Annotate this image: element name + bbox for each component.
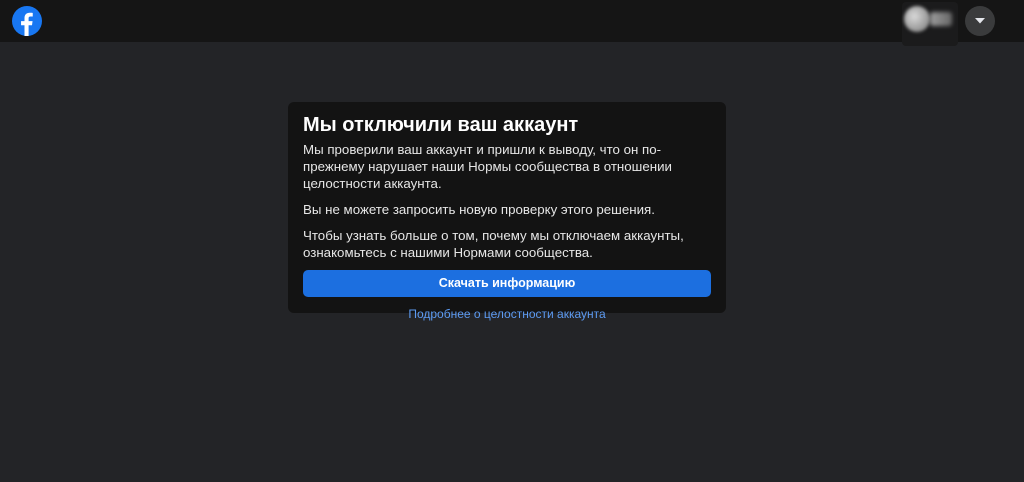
account-integrity-link[interactable]: Подробнее о целостности аккаунта xyxy=(303,307,711,321)
facebook-logo-icon[interactable] xyxy=(12,6,42,36)
profile-name-blurred xyxy=(930,12,952,26)
caret-down-icon xyxy=(975,18,985,24)
notice-paragraph-review: Мы проверили ваш аккаунт и пришли к выво… xyxy=(303,142,672,191)
card-title: Мы отключили ваш аккаунт xyxy=(303,114,579,136)
notice-paragraph-learn-more: Чтобы узнать больше о том, почему мы отк… xyxy=(303,228,684,260)
notice-paragraph-no-appeal: Вы не можете запросить новую проверку эт… xyxy=(303,202,655,217)
avatar[interactable] xyxy=(904,6,930,32)
account-menu-button[interactable] xyxy=(965,6,995,36)
account-disabled-card: Мы отключили ваш аккаунт Мы проверили ва… xyxy=(288,102,726,321)
download-information-button[interactable]: Скачать информацию xyxy=(303,270,711,297)
top-bar xyxy=(0,0,1024,46)
